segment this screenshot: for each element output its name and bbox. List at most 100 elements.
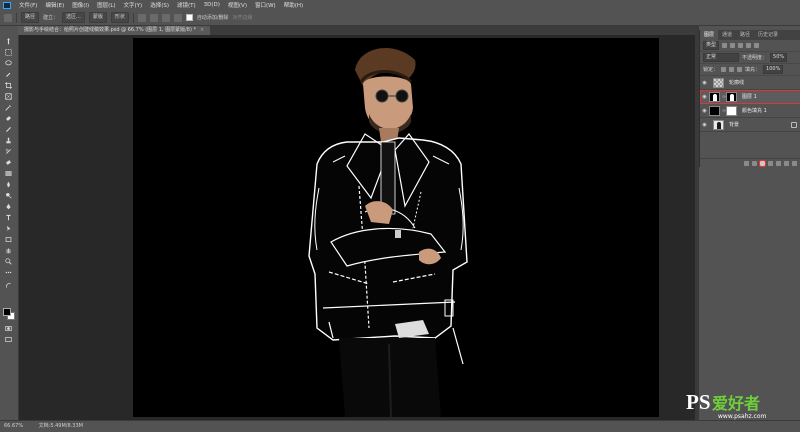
- lock-pixels-icon[interactable]: [729, 67, 735, 72]
- fill-input[interactable]: 100%: [763, 65, 784, 74]
- layer-row-layer1[interactable]: ◉ ∞ 图层 1: [700, 90, 800, 104]
- brush-tool-icon[interactable]: [4, 126, 13, 133]
- gear-icon[interactable]: [173, 13, 182, 22]
- frame-tool-icon[interactable]: [4, 93, 13, 100]
- align-edges-label[interactable]: 对齐边缘: [233, 14, 253, 21]
- zoom-level[interactable]: 66.67%: [4, 423, 23, 429]
- new-layer-icon[interactable]: [784, 160, 789, 166]
- layer-thumbnail: [709, 105, 720, 116]
- tab-history[interactable]: 历史记录: [754, 30, 782, 40]
- menu-layer[interactable]: 图层(L): [93, 1, 119, 9]
- visibility-eye-icon[interactable]: ◉: [700, 94, 709, 100]
- gradient-tool-icon[interactable]: [4, 170, 13, 177]
- zoom-tool-icon[interactable]: [4, 258, 13, 265]
- panel-tab-strip: 图层 通道 路径 历史记录: [700, 30, 800, 40]
- menu-file[interactable]: 文件(F): [15, 1, 41, 9]
- shape-button[interactable]: 形状: [110, 12, 129, 23]
- quick-selection-tool-icon[interactable]: [4, 71, 13, 78]
- layer-mask-thumbnail[interactable]: [726, 105, 737, 116]
- lock-icon: [791, 121, 797, 128]
- lock-label: 锁定：: [703, 67, 719, 73]
- selection-button[interactable]: 选区...: [62, 12, 85, 23]
- layer-filter-select[interactable]: 类型: [703, 41, 720, 50]
- layer-style-icon[interactable]: [752, 160, 757, 166]
- path-mode-select[interactable]: 路径: [21, 12, 40, 23]
- quick-mask-icon[interactable]: [4, 325, 13, 332]
- lock-position-icon[interactable]: [737, 67, 743, 72]
- lasso-tool-icon[interactable]: [4, 60, 13, 67]
- blur-tool-icon[interactable]: [4, 181, 13, 188]
- layer-mask-thumbnail[interactable]: [726, 91, 737, 102]
- path-arrangement-icon[interactable]: [161, 13, 170, 22]
- adjustment-layer-icon[interactable]: [768, 160, 773, 166]
- type-filter-icon[interactable]: [738, 43, 744, 48]
- healing-brush-tool-icon[interactable]: [4, 115, 13, 122]
- crop-tool-icon[interactable]: [4, 82, 13, 89]
- foreground-color-swatch[interactable]: [3, 308, 11, 316]
- layer-thumbnail: [713, 119, 724, 130]
- watermark-title: 爱好者: [712, 394, 761, 413]
- marquee-tool-icon[interactable]: [4, 49, 13, 56]
- eyedropper-tool-icon[interactable]: [4, 104, 13, 111]
- pixel-filter-icon[interactable]: [722, 43, 728, 48]
- smart-object-filter-icon[interactable]: [754, 43, 760, 48]
- link-layers-icon[interactable]: [744, 160, 749, 166]
- adjustment-filter-icon[interactable]: [730, 43, 736, 48]
- document-canvas[interactable]: [133, 38, 659, 417]
- layer-thumbnail: [709, 91, 720, 102]
- trash-icon[interactable]: [792, 160, 797, 166]
- menu-image[interactable]: 图像(I): [68, 1, 93, 9]
- menu-3d[interactable]: 3D(D): [200, 2, 224, 8]
- dodge-tool-icon[interactable]: [4, 192, 13, 199]
- swap-colors-icon[interactable]: [4, 282, 13, 289]
- move-tool-icon[interactable]: [4, 38, 13, 45]
- rectangle-tool-icon[interactable]: [4, 236, 13, 243]
- eraser-tool-icon[interactable]: [4, 159, 13, 166]
- layer-name: 轮廓线: [729, 80, 745, 86]
- options-bar: 路径 建立： 选区... 蒙版 形状 自动添加/删除 对齐边缘: [0, 10, 800, 26]
- visibility-eye-icon[interactable]: ◉: [700, 108, 709, 114]
- visibility-eye-icon[interactable]: ◉: [700, 122, 709, 128]
- new-group-icon[interactable]: [776, 160, 781, 166]
- fill-label: 填充：: [745, 67, 761, 73]
- layer-row-background[interactable]: ◉ 背景: [700, 118, 800, 132]
- tab-channels[interactable]: 通道: [718, 30, 736, 40]
- pen-tool-icon[interactable]: [4, 203, 13, 210]
- canvas-artwork: [308, 47, 468, 417]
- layer-thumbnail: [713, 77, 724, 88]
- tab-layers[interactable]: 图层: [700, 30, 719, 40]
- mask-button[interactable]: 蒙版: [88, 12, 107, 23]
- path-alignment-icon[interactable]: [149, 13, 158, 22]
- visibility-eye-icon[interactable]: ◉: [700, 80, 709, 86]
- close-icon[interactable]: ×: [200, 27, 204, 33]
- pen-tool-preset-icon[interactable]: [4, 13, 12, 22]
- hand-tool-icon[interactable]: [4, 247, 13, 254]
- menu-edit[interactable]: 编辑(E): [41, 1, 68, 9]
- history-brush-tool-icon[interactable]: [4, 148, 13, 155]
- document-info[interactable]: 文档:5.49M/8.33M: [39, 423, 83, 429]
- path-selection-tool-icon[interactable]: [4, 225, 13, 232]
- layer-row-outline[interactable]: ◉ 轮廓线: [700, 76, 800, 90]
- opacity-input[interactable]: 50%: [770, 53, 788, 62]
- opacity-label: 不透明度：: [742, 55, 768, 61]
- add-mask-icon[interactable]: [759, 159, 766, 167]
- blend-mode-select[interactable]: 正常: [703, 53, 739, 62]
- clone-stamp-tool-icon[interactable]: [4, 137, 13, 144]
- auto-add-delete-checkbox[interactable]: [185, 14, 193, 21]
- path-operations-icon[interactable]: [137, 13, 146, 22]
- menu-window[interactable]: 窗口(W): [251, 1, 280, 9]
- menu-help[interactable]: 帮助(H): [280, 1, 307, 9]
- screen-mode-icon[interactable]: [4, 336, 13, 343]
- lock-transparency-icon[interactable]: [721, 67, 727, 72]
- tab-paths[interactable]: 路径: [736, 30, 754, 40]
- document-tab[interactable]: 摄影与手绘结合：给照片创建线稿效果.psd @ 66.7% (图层 1, 图层蒙…: [18, 26, 211, 35]
- more-tools-icon[interactable]: [4, 269, 13, 276]
- photoshop-logo-icon[interactable]: [3, 1, 11, 9]
- menu-type[interactable]: 文字(Y): [120, 1, 147, 9]
- menu-select[interactable]: 选择(S): [146, 1, 173, 9]
- menu-view[interactable]: 视图(V): [224, 1, 251, 9]
- type-tool-icon[interactable]: [4, 214, 13, 221]
- layer-row-color-fill[interactable]: ◉ ∞ 颜色填充 1: [700, 104, 800, 118]
- shape-filter-icon[interactable]: [746, 43, 752, 48]
- menu-filter[interactable]: 滤镜(T): [173, 1, 200, 9]
